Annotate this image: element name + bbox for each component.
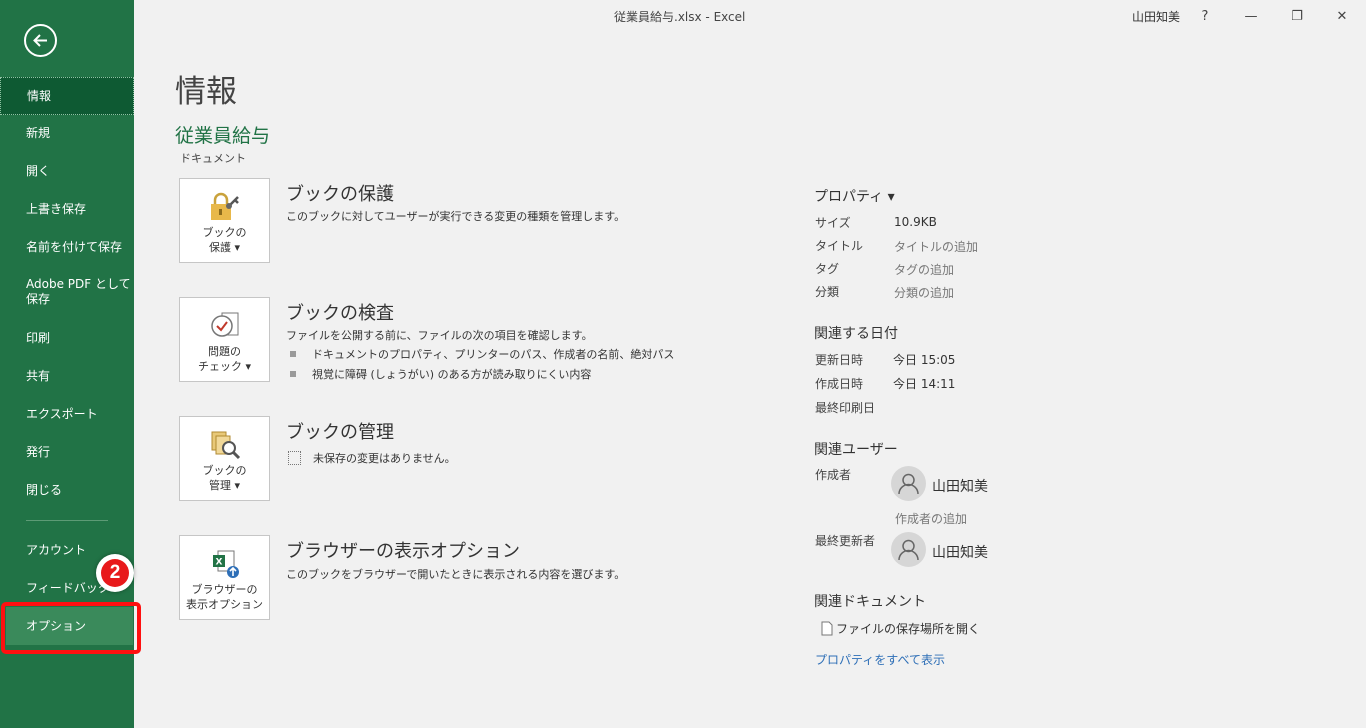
person-icon [898,539,919,561]
manage-workbook-icon [209,429,241,461]
file-icon [821,621,833,636]
bullet-text: ドキュメントのプロパティ、プリンターのパス、作成者の名前、絶対パス [312,348,675,361]
button-label: ブックの 保護 ▾ [202,226,247,254]
nav-label: Adobe PDF として 保存 [26,277,131,306]
title-input[interactable]: タイトルの追加 [894,238,978,255]
nav-publish[interactable]: 発行 [0,433,134,471]
show-all-properties-link[interactable]: プロパティをすべて表示 [815,651,945,668]
document-icon [288,451,301,465]
bullet-item: 視覚に障碍 (しょうがい) のある方が読み取りにくい内容 [290,366,591,382]
tags-input[interactable]: タグの追加 [894,261,954,278]
nav-save-adobe-pdf[interactable]: Adobe PDF として 保存 [0,270,134,314]
nav-print[interactable]: 印刷 [0,319,134,357]
nav-save[interactable]: 上書き保存 [0,190,134,228]
open-file-location-link[interactable]: ファイルの保存場所を開く [821,620,980,637]
highlight-frame [1,602,141,654]
section-title: ブックの検査 [286,303,394,324]
bullet-item: ドキュメントのプロパティ、プリンターのパス、作成者の名前、絶対パス [290,346,674,362]
signed-in-user[interactable]: 山田知美 [1132,8,1180,25]
button-label: ブックの 管理 ▾ [202,464,247,492]
manage-workbook-button[interactable]: ブックの 管理 ▾ [179,416,270,501]
button-label: 問題の チェック ▾ [197,345,252,373]
nav-label: アカウント [26,542,87,557]
tags-label: タグ [815,262,840,276]
nav-separator [26,520,108,521]
size-value: 10.9KB [894,215,937,229]
nav-label: 印刷 [26,330,51,345]
nav-close[interactable]: 閉じる [0,471,134,509]
section-description: このブックに対してユーザーが実行できる変更の種類を管理します。 [286,210,626,223]
section-title: ブラウザーの表示オプション [286,541,520,562]
nav-label: 情報 [27,88,52,103]
person-icon [898,473,919,495]
nav-label: 共有 [26,368,51,383]
nav-info[interactable]: 情報 [0,77,134,115]
related-people-heading: 関連ユーザー [814,442,898,458]
nav-label: 上書き保存 [26,201,87,216]
document-name: 従業員給与 [175,125,271,147]
section-description: 未保存の変更はありません。 [313,452,456,465]
excel-browser-icon: X [209,548,241,580]
page-title: 情報 [175,74,237,110]
author-name[interactable]: 山田知美 [932,476,988,496]
nav-share[interactable]: 共有 [0,357,134,395]
section-title: ブックの保護 [286,184,394,205]
modified-label: 更新日時 [815,353,864,367]
inspect-document-icon [210,310,240,342]
step-number: 2 [101,559,129,587]
browser-view-options-button[interactable]: X ブラウザーの 表示オプション [179,535,270,620]
step-badge: 2 [96,554,134,592]
related-dates-heading: 関連する日付 [814,326,898,342]
created-label: 作成日時 [815,377,864,391]
nav-label: 新規 [26,125,51,140]
protect-workbook-button[interactable]: ブックの 保護 ▾ [179,178,270,263]
avatar [891,466,926,501]
modified-value: 今日 15:05 [893,353,956,367]
nav-export[interactable]: エクスポート [0,395,134,433]
last-printed-label: 最終印刷日 [815,401,876,415]
help-button[interactable]: ? [1190,4,1220,28]
nav-label: 名前を付けて保存 [26,239,123,254]
nav-label: 開く [26,163,51,178]
title-label: タイトル [815,239,864,253]
document-path: ドキュメント [180,152,246,165]
nav-label: 発行 [26,444,51,459]
avatar [891,532,926,567]
nav-label: エクスポート [26,406,98,421]
section-description: このブックをブラウザーで開いたときに表示される内容を選びます。 [286,568,626,581]
nav-label: フィードバック [26,580,110,595]
bullet-icon [290,351,296,357]
back-arrow-icon [33,34,47,47]
section-title: ブックの管理 [286,422,394,443]
window-title: 従業員給与.xlsx - Excel [614,10,746,24]
restore-button[interactable]: ❐ [1282,4,1312,28]
open-file-location-label: ファイルの保存場所を開く [836,622,981,636]
title-bar: 従業員給与.xlsx - Excel 山田知美 ? — ❐ ✕ [134,0,1366,32]
svg-text:X: X [215,558,222,568]
nav-open[interactable]: 開く [0,152,134,190]
bullet-icon [290,371,296,377]
bullet-text: 視覚に障碍 (しょうがい) のある方が読み取りにくい内容 [312,368,592,381]
section-description: ファイルを公開する前に、ファイルの次の項目を確認します。 [286,329,593,342]
nav-save-as[interactable]: 名前を付けて保存 [0,228,134,266]
category-input[interactable]: 分類の追加 [894,284,954,301]
size-label: サイズ [815,216,851,230]
created-value: 今日 14:11 [893,377,956,391]
close-window-button[interactable]: ✕ [1327,4,1357,28]
button-label: ブラウザーの 表示オプション [186,583,263,611]
check-for-issues-button[interactable]: 問題の チェック ▾ [179,297,270,382]
add-author-input[interactable]: 作成者の追加 [895,510,967,527]
back-button[interactable] [24,24,57,57]
nav-label: 閉じる [26,482,63,497]
properties-heading[interactable]: プロパティ ▾ [814,186,895,206]
minimize-button[interactable]: — [1236,4,1266,28]
category-label: 分類 [815,285,840,299]
author-label: 作成者 [815,468,852,482]
last-modified-by-name[interactable]: 山田知美 [932,542,988,562]
no-unsaved-changes: 未保存の変更はありません。 [288,450,456,466]
last-modified-by-label: 最終更新者 [815,534,876,548]
lock-icon [208,191,242,223]
related-documents-heading: 関連ドキュメント [814,594,926,610]
nav-new[interactable]: 新規 [0,114,134,152]
